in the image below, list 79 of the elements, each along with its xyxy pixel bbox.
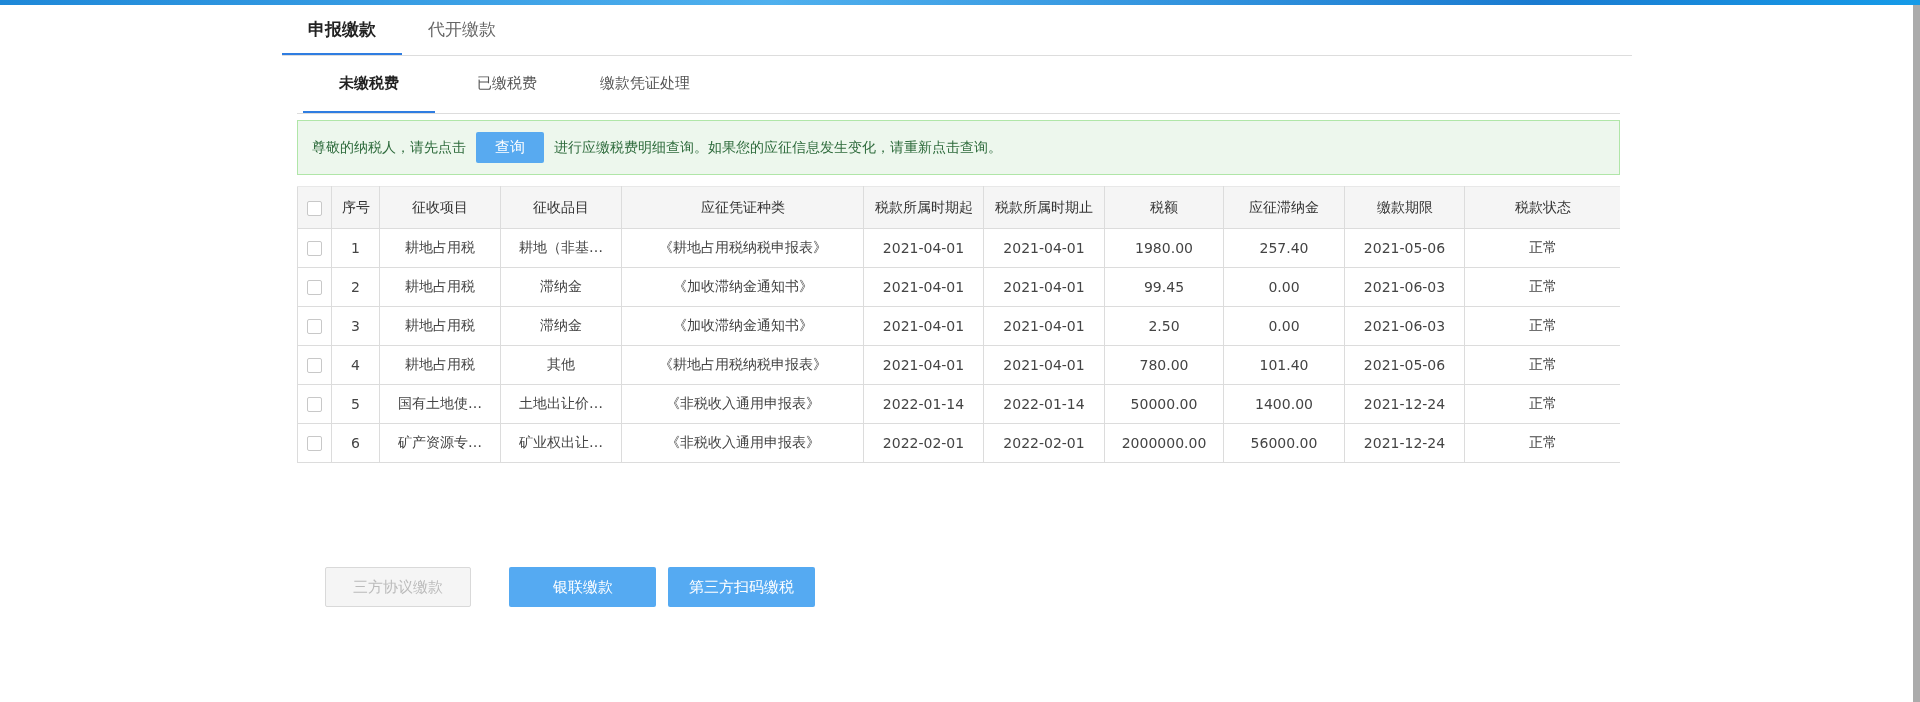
checkbox[interactable]	[307, 241, 322, 257]
table-cell: 其他	[500, 345, 622, 385]
table-cell: 2	[331, 267, 380, 307]
table-cell: 矿产资源专…	[379, 423, 501, 463]
column-header: 税款所属时期止	[983, 186, 1105, 229]
table-cell: 2021-04-01	[983, 228, 1105, 268]
table-cell: 2021-04-01	[983, 267, 1105, 307]
checkbox[interactable]	[307, 200, 322, 216]
checkbox[interactable]	[307, 397, 322, 413]
checkbox[interactable]	[307, 436, 322, 452]
table-cell: 滞纳金	[500, 267, 622, 307]
table-cell: 国有土地使…	[379, 384, 501, 424]
table-cell: 2022-02-01	[863, 423, 984, 463]
table-cell: 2022-02-01	[983, 423, 1105, 463]
table-cell: 矿业权出让…	[500, 423, 622, 463]
table-cell: 2021-04-01	[863, 306, 984, 346]
column-header: 应征滞纳金	[1223, 186, 1345, 229]
table-cell: 2022-01-14	[983, 384, 1105, 424]
tab[interactable]: 未缴税费	[303, 56, 435, 113]
table-cell: 0.00	[1223, 306, 1345, 346]
table-cell: 2021-12-24	[1344, 423, 1465, 463]
tab[interactable]: 申报缴款	[282, 5, 402, 55]
table-cell: 2021-05-06	[1344, 228, 1465, 268]
checkbox[interactable]	[307, 280, 322, 296]
table-cell: 2.50	[1104, 306, 1224, 346]
checkbox[interactable]	[307, 319, 322, 335]
checkbox[interactable]	[307, 358, 322, 374]
tab[interactable]: 代开缴款	[402, 5, 522, 55]
table-cell: 257.40	[1223, 228, 1345, 268]
table-cell: 2022-01-14	[863, 384, 984, 424]
column-header: 税款所属时期起	[863, 186, 984, 229]
table-cell: 《加收滞纳金通知书》	[621, 306, 864, 346]
table-cell: 2021-04-01	[863, 267, 984, 307]
table-cell: 2021-05-06	[1344, 345, 1465, 385]
table-cell: 6	[331, 423, 380, 463]
table-cell: 1980.00	[1104, 228, 1224, 268]
table-cell: 2021-04-01	[863, 345, 984, 385]
table-cell: 99.45	[1104, 267, 1224, 307]
table-cell: 土地出让价…	[500, 384, 622, 424]
table-cell: 2021-04-01	[863, 228, 984, 268]
notice-text: 进行应缴税费明细查询。如果您的应征信息发生变化，请重新点击查询。	[554, 138, 1002, 157]
column-header: 序号	[331, 186, 380, 229]
table-cell: 耕地（非基…	[500, 228, 622, 268]
scrollbar[interactable]	[1913, 5, 1920, 702]
column-header: 税额	[1104, 186, 1224, 229]
table-cell: 780.00	[1104, 345, 1224, 385]
table-cell: 耕地占用税	[379, 228, 501, 268]
table-cell: 1	[331, 228, 380, 268]
tab[interactable]: 已缴税费	[441, 56, 573, 113]
table-cell: 2021-06-03	[1344, 267, 1465, 307]
table-cell: 2021-04-01	[983, 345, 1105, 385]
table-cell: 5	[331, 384, 380, 424]
column-header: 征收项目	[379, 186, 501, 229]
table-cell: 2021-06-03	[1344, 306, 1465, 346]
table-cell: 0.00	[1223, 267, 1345, 307]
column-header: 征收品目	[500, 186, 622, 229]
table-cell: 《非税收入通用申报表》	[621, 423, 864, 463]
table-cell: 《耕地占用税纳税申报表》	[621, 228, 864, 268]
table-cell: 2000000.00	[1104, 423, 1224, 463]
table-cell: 耕地占用税	[379, 267, 501, 307]
column-header: 税款状态	[1464, 186, 1620, 229]
column-header: 缴款期限	[1344, 186, 1465, 229]
table-cell: 4	[331, 345, 380, 385]
table-cell: 《非税收入通用申报表》	[621, 384, 864, 424]
table-cell: 1400.00	[1223, 384, 1345, 424]
table-cell: 《加收滞纳金通知书》	[621, 267, 864, 307]
table-cell: 2021-04-01	[983, 306, 1105, 346]
table-cell: 2021-12-24	[1344, 384, 1465, 424]
column-header: 应征凭证种类	[621, 186, 864, 229]
table-cell: 滞纳金	[500, 306, 622, 346]
tab[interactable]: 缴款凭证处理	[579, 56, 711, 113]
table-cell: 耕地占用税	[379, 306, 501, 346]
table-cell: 3	[331, 306, 380, 346]
table-cell: 《耕地占用税纳税申报表》	[621, 345, 864, 385]
table-cell: 50000.00	[1104, 384, 1224, 424]
table-cell: 耕地占用税	[379, 345, 501, 385]
table-cell: 56000.00	[1223, 423, 1345, 463]
table-cell: 101.40	[1223, 345, 1345, 385]
notice-text: 尊敬的纳税人，请先点击	[312, 138, 466, 157]
